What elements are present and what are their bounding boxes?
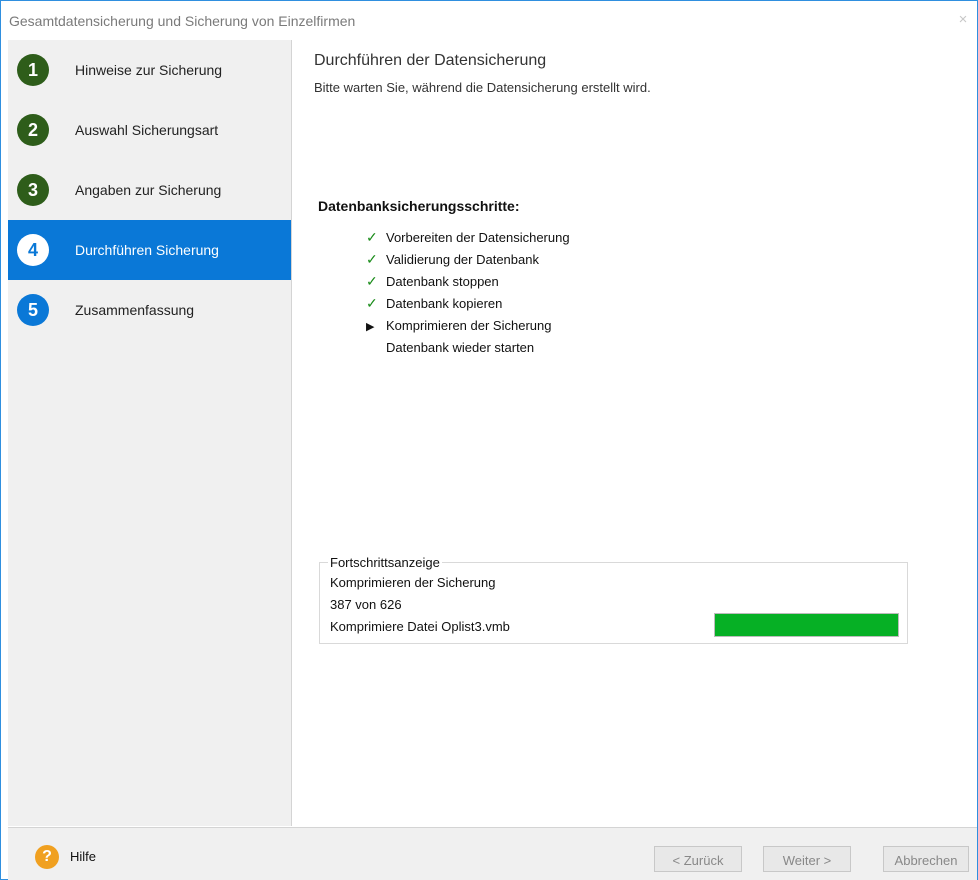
step-label: Angaben zur Sicherung bbox=[75, 182, 222, 198]
step-number-badge: 4 bbox=[17, 234, 49, 266]
backup-step-label: Komprimieren der Sicherung bbox=[386, 318, 552, 333]
progress-counter-text: 387 von 626 bbox=[330, 597, 402, 612]
help-link[interactable]: Hilfe bbox=[70, 849, 96, 864]
checkmark-icon: ✓ bbox=[366, 295, 378, 311]
sidebar-step-angaben[interactable]: 3 Angaben zur Sicherung bbox=[8, 160, 291, 220]
backup-step-label: Validierung der Datenbank bbox=[386, 252, 539, 267]
backup-step-label: Datenbank stoppen bbox=[386, 274, 499, 289]
step-label: Hinweise zur Sicherung bbox=[75, 62, 223, 78]
progress-file-text: Komprimiere Datei Oplist3.vmb bbox=[330, 619, 510, 634]
checkmark-icon: ✓ bbox=[366, 229, 378, 245]
page-title: Durchführen der Datensicherung bbox=[314, 52, 547, 69]
wizard-step-sidebar: 1 Hinweise zur Sicherung 2 Auswahl Siche… bbox=[8, 40, 292, 826]
main-content: Durchführen der Datensicherung Bitte war… bbox=[292, 40, 977, 826]
backup-wizard-window: Gesamtdatensicherung und Sicherung von E… bbox=[0, 0, 978, 880]
step-label: Auswahl Sicherungsart bbox=[75, 122, 219, 138]
step-number-badge: 1 bbox=[17, 54, 49, 86]
next-button[interactable]: Weiter > bbox=[763, 846, 851, 872]
window-title: Gesamtdatensicherung und Sicherung von E… bbox=[9, 13, 356, 29]
step-number-badge: 2 bbox=[17, 114, 49, 146]
progress-bar bbox=[714, 613, 899, 637]
checkmark-icon: ✓ bbox=[366, 273, 378, 289]
sidebar-step-zusammenfassung[interactable]: 5 Zusammenfassung bbox=[8, 280, 291, 340]
backup-step-label: Datenbank kopieren bbox=[386, 296, 503, 311]
backup-steps-heading: Datenbanksicherungsschritte: bbox=[318, 198, 520, 214]
sidebar-step-auswahl[interactable]: 2 Auswahl Sicherungsart bbox=[8, 100, 291, 160]
title-bar: Gesamtdatensicherung und Sicherung von E… bbox=[1, 1, 977, 39]
progress-group-legend: Fortschrittsanzeige bbox=[328, 555, 442, 570]
help-icon[interactable]: ? bbox=[35, 845, 59, 869]
cancel-button[interactable]: Abbrechen bbox=[883, 846, 969, 872]
step-number-badge: 5 bbox=[17, 294, 49, 326]
page-subtitle: Bitte warten Sie, während die Datensiche… bbox=[314, 80, 651, 95]
back-button[interactable]: < Zurück bbox=[654, 846, 742, 872]
close-icon[interactable]: × bbox=[949, 5, 977, 35]
checkmark-icon: ✓ bbox=[366, 251, 378, 267]
wizard-footer: ? Hilfe < Zurück Weiter > Abbrechen bbox=[8, 827, 977, 880]
current-step-arrow-icon: ▶ bbox=[366, 321, 375, 333]
backup-step-label: Vorbereiten der Datensicherung bbox=[386, 230, 570, 245]
step-number-badge: 3 bbox=[17, 174, 49, 206]
step-label: Zusammenfassung bbox=[75, 302, 195, 318]
backup-step-label: Datenbank wieder starten bbox=[386, 340, 535, 355]
progress-phase-text: Komprimieren der Sicherung bbox=[330, 575, 496, 590]
sidebar-step-hinweise[interactable]: 1 Hinweise zur Sicherung bbox=[8, 40, 291, 100]
progress-group: Fortschrittsanzeige Komprimieren der Sic… bbox=[319, 555, 908, 644]
progress-bar-fill bbox=[715, 614, 898, 636]
sidebar-step-durchfuehren[interactable]: 4 Durchführen Sicherung bbox=[8, 220, 291, 280]
step-label: Durchführen Sicherung bbox=[75, 242, 219, 258]
